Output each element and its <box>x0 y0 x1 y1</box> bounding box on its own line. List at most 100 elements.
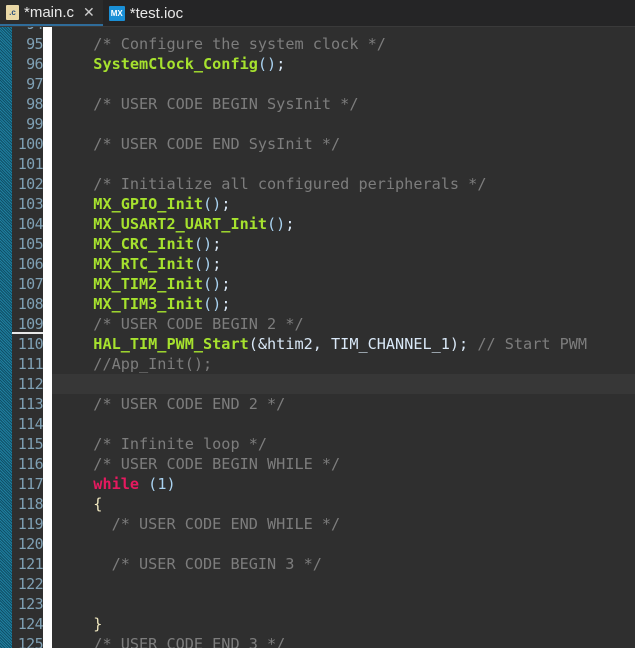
line-number: 107 <box>17 275 43 293</box>
function-call: MX_GPIO_Init <box>93 195 204 213</box>
overview-ruler <box>0 27 12 648</box>
line-number: 123 <box>17 595 43 613</box>
code-line[interactable]: HAL_TIM_PWM_Start(&htim2, TIM_CHANNEL_1)… <box>52 334 635 354</box>
tab-test-ioc[interactable]: MX *test.ioc <box>103 0 191 26</box>
code-line[interactable]: } <box>52 614 635 634</box>
line-number: 118 <box>17 495 43 513</box>
line-number: 99 <box>26 115 43 133</box>
code-text: ; <box>221 275 231 293</box>
line-number: 106 <box>17 255 43 273</box>
code-line[interactable]: /* Infinite loop */ <box>52 434 635 454</box>
line-number: 122 <box>17 575 43 593</box>
comment: /* USER CODE BEGIN 3 */ <box>111 555 322 573</box>
line-number: 124 <box>17 615 43 633</box>
code-line[interactable]: SystemClock_Config(); <box>52 54 635 74</box>
code-text: ; <box>276 55 286 73</box>
tab-main-c[interactable]: .c *main.c ✕ <box>0 0 103 26</box>
punctuation: () <box>193 255 213 273</box>
line-number: 119 <box>17 515 43 533</box>
code-line[interactable]: MX_GPIO_Init(); <box>52 194 635 214</box>
code-line[interactable] <box>52 574 635 594</box>
mx-file-icon: MX <box>108 5 125 21</box>
tab-label: *test.ioc <box>129 4 184 22</box>
line-number: 102 <box>17 175 43 193</box>
code-line[interactable]: /* Initialize all configured peripherals… <box>52 174 635 194</box>
code-line[interactable]: /* USER CODE END 2 */ <box>52 394 635 414</box>
line-number: 98 <box>26 95 43 113</box>
line-number: 100 <box>17 135 43 153</box>
comment: /* USER CODE BEGIN 2 */ <box>93 315 304 333</box>
close-icon[interactable]: ✕ <box>83 4 95 21</box>
tab-label: *main.c <box>24 3 75 21</box>
code-line[interactable]: MX_USART2_UART_Init(); <box>52 214 635 234</box>
comment: /* Infinite loop */ <box>93 435 268 453</box>
line-number: 125 <box>17 635 43 648</box>
code-line[interactable]: /* USER CODE END SysInit */ <box>52 134 635 154</box>
code-line[interactable] <box>52 114 635 134</box>
code-text: ; <box>221 195 231 213</box>
comment: //App_Init(); <box>93 355 213 373</box>
line-number: 108 <box>17 295 43 313</box>
function-call: HAL_TIM_PWM_Start <box>93 335 249 353</box>
code-line[interactable]: /* USER CODE BEGIN SysInit */ <box>52 94 635 114</box>
comment: /* USER CODE BEGIN SysInit */ <box>93 95 359 113</box>
line-number: 105 <box>17 235 43 253</box>
comment: /* USER CODE END 3 */ <box>93 635 286 648</box>
code-line[interactable]: MX_RTC_Init(); <box>52 254 635 274</box>
code-line[interactable]: { <box>52 494 635 514</box>
code-line[interactable]: MX_CRC_Init(); <box>52 234 635 254</box>
code-line[interactable] <box>52 374 635 394</box>
code-line[interactable]: MX_TIM3_Init(); <box>52 294 635 314</box>
line-number-gutter: 9495969798991001011021031041051061071081… <box>12 27 43 648</box>
comment: /* Initialize all configured peripherals… <box>93 175 487 193</box>
keyword: while <box>93 475 140 493</box>
line-number: 97 <box>26 75 43 93</box>
comment: /* USER CODE BEGIN WHILE */ <box>93 455 341 473</box>
code-line[interactable]: /* USER CODE BEGIN 3 */ <box>52 554 635 574</box>
code-editor[interactable]: /* Configure the system clock */ SystemC… <box>52 27 635 648</box>
code-line[interactable] <box>52 154 635 174</box>
function-call: MX_TIM3_Init <box>93 295 204 313</box>
function-call: MX_CRC_Init <box>93 235 194 253</box>
code-line[interactable] <box>52 27 635 34</box>
code-line[interactable]: /* USER CODE BEGIN 2 */ <box>52 314 635 334</box>
line-number: 101 <box>17 155 43 173</box>
code-line[interactable]: while (1) <box>52 474 635 494</box>
function-call: MX_USART2_UART_Init <box>93 215 268 233</box>
punctuation: () <box>203 195 222 213</box>
code-line[interactable]: /* Configure the system clock */ <box>52 34 635 54</box>
code-line[interactable] <box>52 74 635 94</box>
comment: /* USER CODE END SysInit */ <box>93 135 341 153</box>
line-number: 104 <box>17 215 43 233</box>
line-number: 114 <box>17 415 43 433</box>
code-line[interactable]: /* USER CODE BEGIN WHILE */ <box>52 454 635 474</box>
editor-tab-bar: .c *main.c ✕ MX *test.ioc <box>0 0 635 27</box>
code-line[interactable] <box>52 594 635 614</box>
code-line[interactable]: //App_Init(); <box>52 354 635 374</box>
code-line[interactable] <box>52 414 635 434</box>
function-call: MX_RTC_Init <box>93 255 194 273</box>
code-line[interactable]: /* USER CODE END 3 */ <box>52 634 635 648</box>
code-line[interactable]: /* USER CODE END WHILE */ <box>52 514 635 534</box>
code-line[interactable] <box>52 534 635 554</box>
annotation-column <box>43 27 52 648</box>
code-line[interactable]: MX_TIM2_Init(); <box>52 274 635 294</box>
punctuation: () <box>257 55 277 73</box>
